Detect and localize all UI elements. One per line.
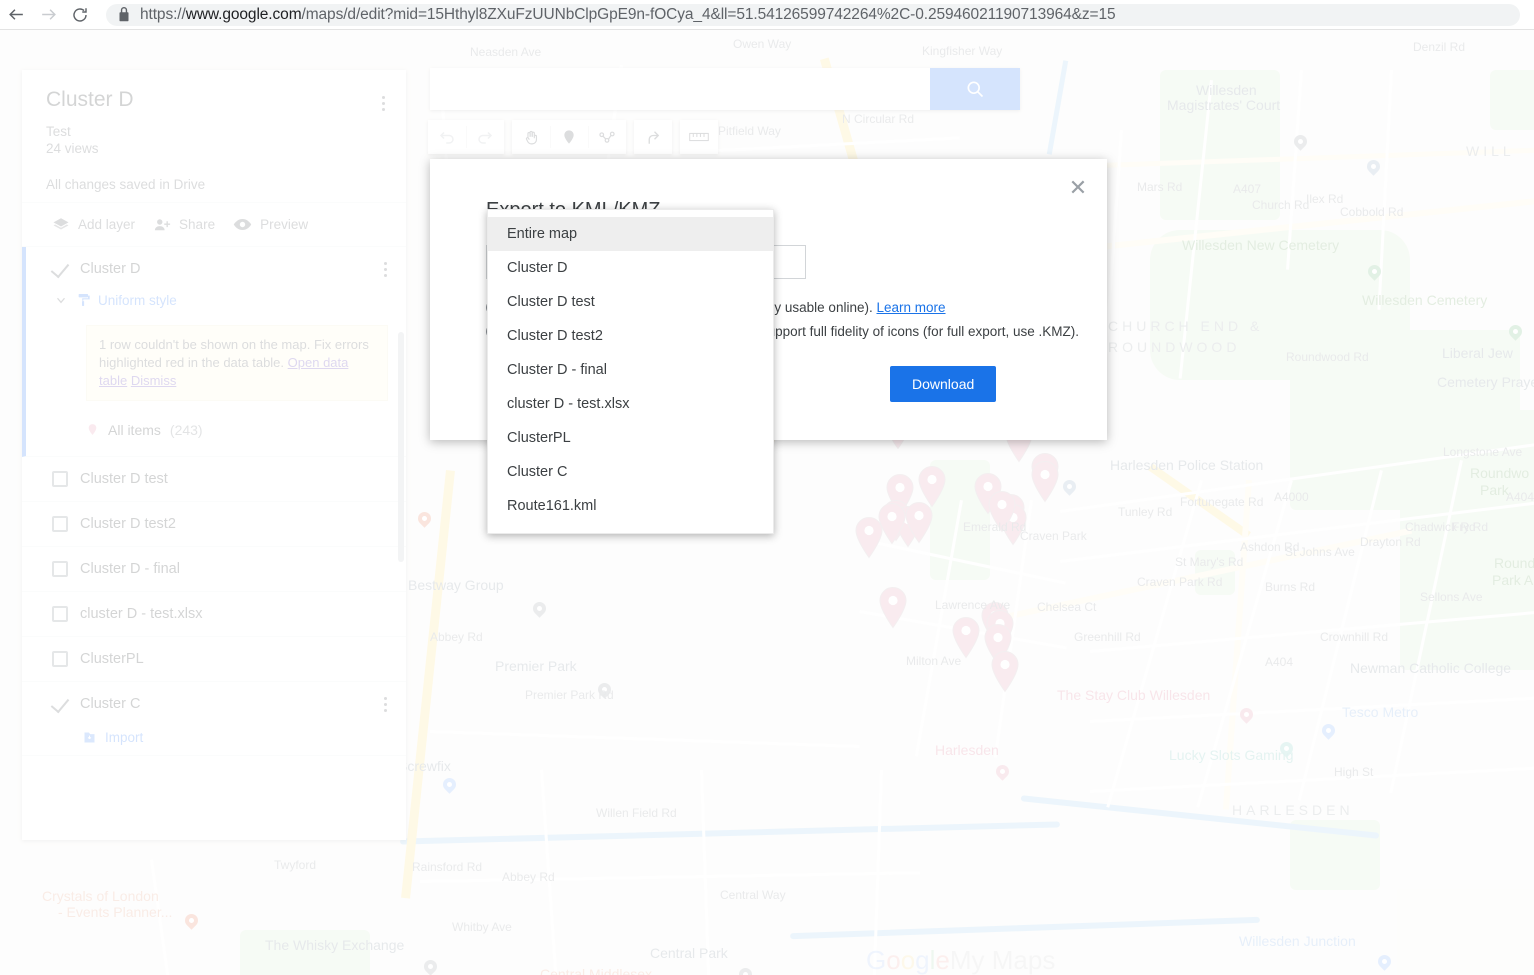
download-button[interactable]: Download: [890, 366, 997, 402]
dropdown-item-entire-map[interactable]: Entire map: [488, 217, 773, 251]
lock-icon: [119, 7, 129, 22]
reload-icon: [73, 7, 87, 22]
close-icon[interactable]: ✕: [1063, 173, 1093, 203]
dropdown-item-cluster-d-test[interactable]: Cluster D test: [488, 285, 773, 319]
browser-chrome: https://www.google.com/maps/d/edit?mid=1…: [0, 0, 1534, 30]
reload-button[interactable]: [64, 0, 96, 30]
address-bar[interactable]: https://www.google.com/maps/d/edit?mid=1…: [106, 3, 1520, 26]
dropdown-item-clusterpl[interactable]: ClusterPL: [488, 421, 773, 455]
url-text: https://www.google.com/maps/d/edit?mid=1…: [140, 5, 1116, 23]
arrow-left-icon: [8, 9, 23, 20]
arrow-right-icon: [41, 9, 56, 20]
learn-more-link[interactable]: Learn more: [876, 300, 945, 315]
back-button[interactable]: [0, 0, 32, 30]
dropdown-item-cluster-d-test-xlsx[interactable]: cluster D - test.xlsx: [488, 387, 773, 421]
dropdown-item-cluster-d-final[interactable]: Cluster D - final: [488, 353, 773, 387]
dropdown-item-cluster-c[interactable]: Cluster C: [488, 455, 773, 489]
forward-button[interactable]: [32, 0, 64, 30]
export-scope-dropdown[interactable]: Entire map Cluster D Cluster D test Clus…: [487, 209, 774, 534]
dropdown-item-cluster-d[interactable]: Cluster D: [488, 251, 773, 285]
dropdown-item-route161-kml[interactable]: Route161.kml: [488, 489, 773, 523]
dropdown-item-cluster-d-test2[interactable]: Cluster D test2: [488, 319, 773, 353]
